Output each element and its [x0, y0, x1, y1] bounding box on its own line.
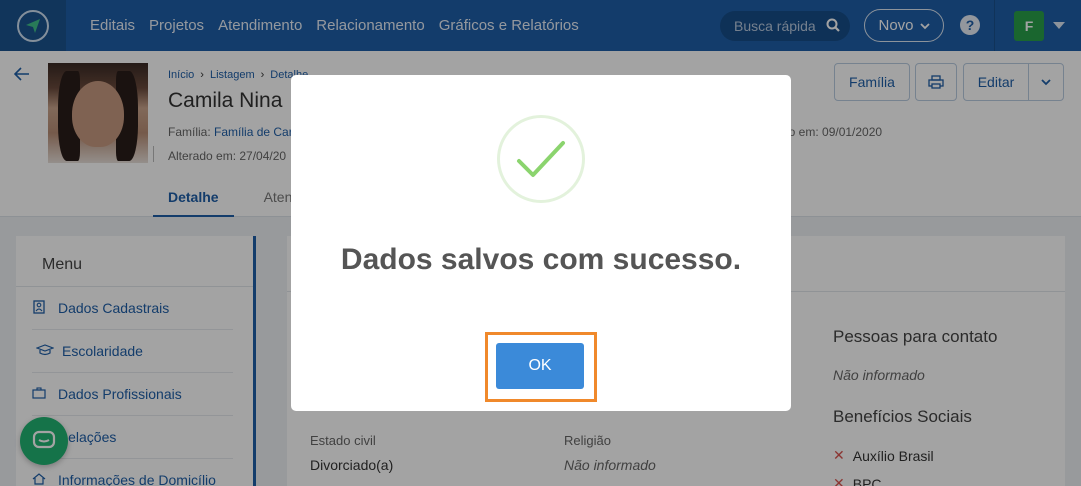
success-message: Dados salvos com sucesso.: [340, 243, 742, 276]
success-check-icon: [497, 115, 585, 203]
success-dialog: Dados salvos com sucesso. OK: [291, 75, 791, 411]
ok-button[interactable]: OK: [496, 343, 584, 389]
